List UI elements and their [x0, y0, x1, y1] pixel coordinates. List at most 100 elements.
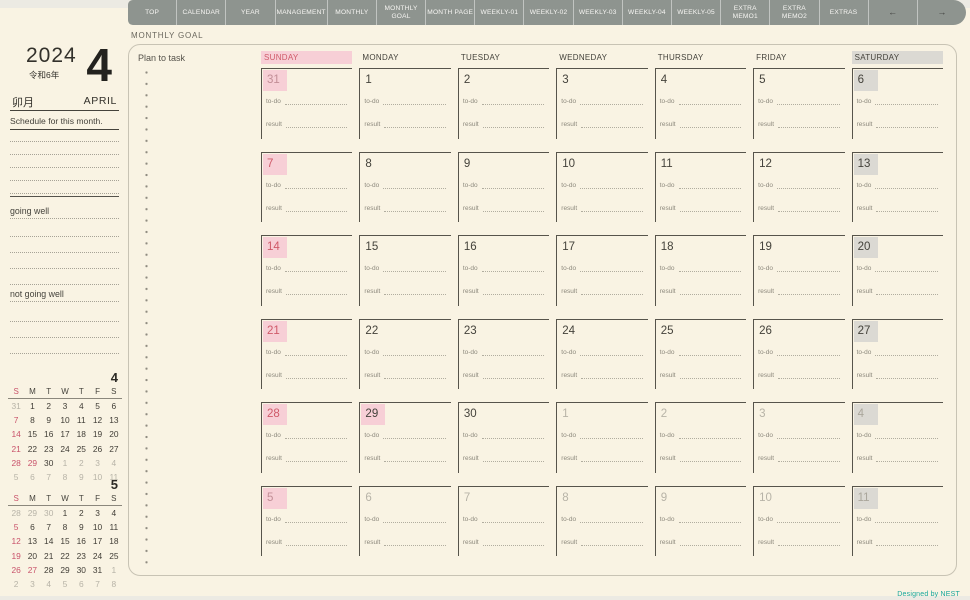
mini-day[interactable]: 3 — [24, 577, 40, 591]
mini-day[interactable]: 2 — [8, 577, 24, 591]
day-cell[interactable]: 16 to-do result — [457, 235, 550, 306]
mini-day[interactable]: 22 — [57, 549, 73, 563]
mini-day[interactable]: 30 — [41, 456, 57, 470]
tab-calendar[interactable]: CALENDAR — [177, 0, 227, 25]
day-cell[interactable]: 14 to-do result — [261, 235, 353, 306]
day-cell[interactable]: 8 to-do result — [556, 485, 648, 556]
day-cell[interactable]: 4 to-do result — [654, 68, 747, 139]
day-cell[interactable]: 29 to-do result — [359, 402, 451, 473]
mini-day[interactable]: 11 — [106, 520, 122, 534]
day-cell[interactable]: 22 to-do result — [359, 318, 451, 389]
day-cell[interactable]: 30 to-do result — [457, 402, 550, 473]
mini-day[interactable]: 29 — [24, 506, 40, 520]
mini-day[interactable]: 7 — [89, 577, 105, 591]
day-cell[interactable]: 8 to-do result — [359, 151, 451, 222]
mini-day[interactable]: 19 — [8, 549, 24, 563]
day-cell[interactable]: 17 to-do result — [556, 235, 648, 306]
mini-day[interactable]: 17 — [89, 534, 105, 548]
day-cell[interactable]: 28 to-do result — [261, 402, 353, 473]
mini-day[interactable]: 4 — [41, 577, 57, 591]
mini-day[interactable]: 7 — [41, 520, 57, 534]
mini-day[interactable]: 2 — [73, 506, 89, 520]
day-cell[interactable]: 11 to-do result — [851, 485, 943, 556]
tab-monthly[interactable]: MONTHLY — [328, 0, 377, 25]
day-cell[interactable]: 18 to-do result — [654, 235, 747, 306]
mini-day[interactable]: 24 — [57, 442, 73, 456]
day-cell[interactable]: 10 to-do result — [753, 485, 845, 556]
tab-weekly-02[interactable]: WEEKLY-02 — [524, 0, 574, 25]
day-cell[interactable]: 20 to-do result — [851, 235, 943, 306]
mini-day[interactable]: 4 — [106, 506, 122, 520]
day-cell[interactable]: 31 to-do result — [261, 68, 353, 139]
mini-day[interactable]: 8 — [57, 520, 73, 534]
mini-day[interactable]: 10 — [57, 413, 73, 427]
mini-day[interactable]: 18 — [73, 427, 89, 441]
mini-day[interactable]: 16 — [73, 534, 89, 548]
day-cell[interactable]: 7 to-do result — [261, 151, 353, 222]
mini-day[interactable]: 1 — [106, 563, 122, 577]
mini-day[interactable]: 2 — [73, 456, 89, 470]
mini-day[interactable]: 27 — [24, 563, 40, 577]
tab-year[interactable]: YEAR — [226, 0, 276, 25]
mini-day[interactable]: 28 — [8, 506, 24, 520]
day-cell[interactable]: 11 to-do result — [654, 151, 747, 222]
mini-day[interactable]: 26 — [8, 563, 24, 577]
mini-day[interactable]: 3 — [89, 456, 105, 470]
mini-day[interactable]: 31 — [8, 399, 24, 413]
mini-day[interactable]: 27 — [106, 442, 122, 456]
mini-day[interactable]: 15 — [57, 534, 73, 548]
day-cell[interactable]: 27 to-do result — [851, 318, 943, 389]
mini-day[interactable]: 12 — [89, 413, 105, 427]
mini-day[interactable]: 31 — [89, 563, 105, 577]
day-cell[interactable]: 7 to-do result — [457, 485, 550, 556]
tab-extra-memo1[interactable]: EXTRA MEMO1 — [721, 0, 771, 25]
mini-day[interactable]: 1 — [57, 506, 73, 520]
mini-day[interactable]: 7 — [8, 413, 24, 427]
tab-weekly-03[interactable]: WEEKLY-03 — [574, 0, 623, 25]
mini-day[interactable]: 16 — [41, 427, 57, 441]
tab-extras[interactable]: EXTRAS — [820, 0, 869, 25]
mini-day[interactable]: 14 — [8, 427, 24, 441]
mini-day[interactable]: 30 — [73, 563, 89, 577]
mini-day[interactable]: 5 — [57, 577, 73, 591]
mini-day[interactable]: 8 — [24, 413, 40, 427]
day-cell[interactable]: 4 to-do result — [851, 402, 943, 473]
day-cell[interactable]: 5 to-do result — [261, 485, 353, 556]
mini-day[interactable]: 28 — [41, 563, 57, 577]
mini-day[interactable]: 10 — [89, 520, 105, 534]
mini-day[interactable]: 4 — [73, 399, 89, 413]
day-cell[interactable]: 3 to-do result — [556, 68, 648, 139]
tab-extra-memo2[interactable]: EXTRA MEMO2 — [770, 0, 820, 25]
mini-day[interactable]: 9 — [41, 413, 57, 427]
mini-day[interactable]: 6 — [73, 577, 89, 591]
mini-day[interactable]: 13 — [106, 413, 122, 427]
mini-day[interactable]: 26 — [89, 442, 105, 456]
day-cell[interactable]: 13 to-do result — [851, 151, 943, 222]
tab-←[interactable]: ← — [869, 0, 918, 25]
day-cell[interactable]: 1 to-do result — [556, 402, 648, 473]
day-cell[interactable]: 2 to-do result — [457, 68, 550, 139]
mini-day[interactable]: 12 — [8, 534, 24, 548]
mini-day[interactable]: 13 — [24, 534, 40, 548]
day-cell[interactable]: 9 to-do result — [654, 485, 747, 556]
mini-day[interactable]: 19 — [89, 427, 105, 441]
day-cell[interactable]: 1 to-do result — [359, 68, 451, 139]
tab-month-page[interactable]: MONTH PAGE — [426, 0, 476, 25]
mini-day[interactable]: 22 — [24, 442, 40, 456]
mini-day[interactable]: 28 — [8, 456, 24, 470]
tab-weekly-05[interactable]: WEEKLY-05 — [672, 0, 722, 25]
day-cell[interactable]: 10 to-do result — [556, 151, 648, 222]
mini-day[interactable]: 20 — [106, 427, 122, 441]
mini-day[interactable]: 29 — [24, 456, 40, 470]
mini-day[interactable]: 18 — [106, 534, 122, 548]
mini-day[interactable]: 15 — [24, 427, 40, 441]
mini-day[interactable]: 9 — [73, 520, 89, 534]
mini-day[interactable]: 6 — [106, 399, 122, 413]
tab-weekly-04[interactable]: WEEKLY-04 — [623, 0, 672, 25]
tab-monthly-goal[interactable]: MONTHLY GOAL — [377, 0, 427, 25]
mini-day[interactable]: 4 — [106, 456, 122, 470]
mini-day[interactable]: 1 — [57, 456, 73, 470]
mini-day[interactable]: 23 — [41, 442, 57, 456]
mini-day[interactable]: 25 — [73, 442, 89, 456]
mini-day[interactable]: 24 — [89, 549, 105, 563]
